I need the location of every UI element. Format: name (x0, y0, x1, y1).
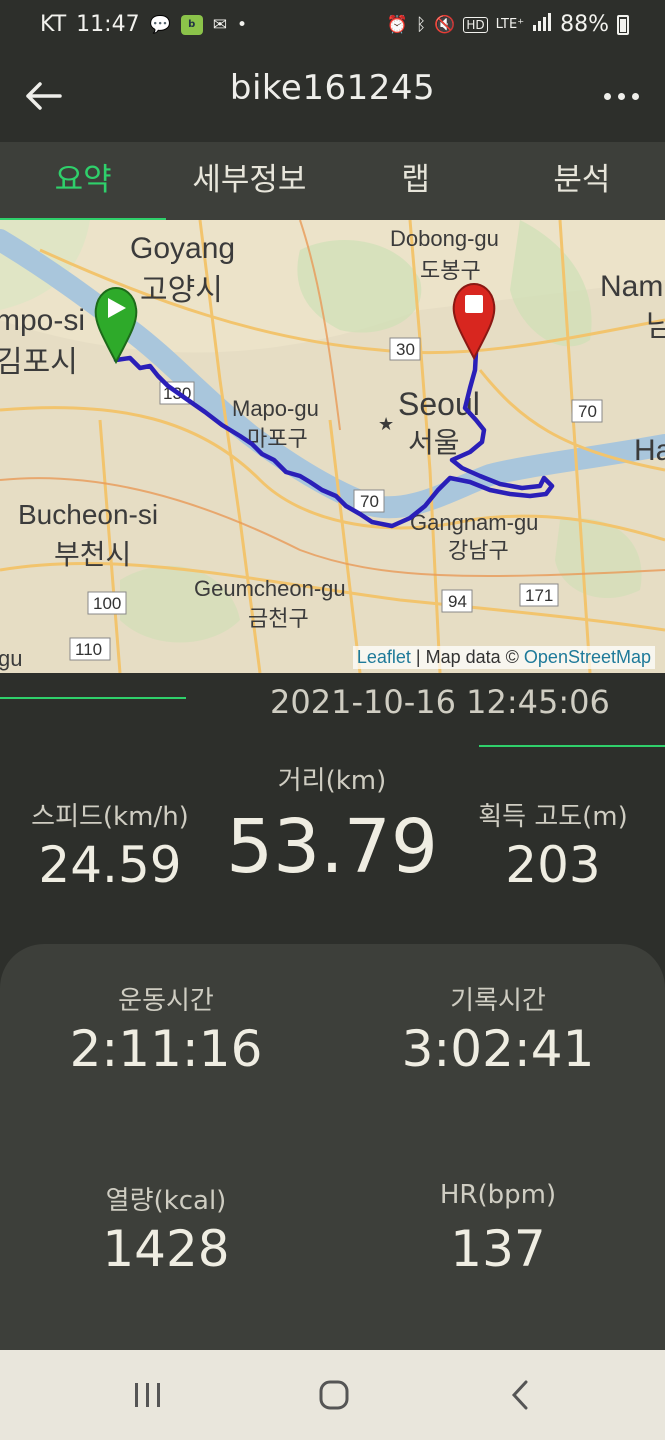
divider-left (0, 697, 186, 699)
distance-label: 거리(km) (277, 766, 387, 796)
road-shield-110: 110 (75, 640, 102, 659)
map-label-dobong: Dobong-gu (390, 226, 499, 251)
map-label-gangnam: Gangnam-gu (410, 510, 538, 535)
calories-value: 1428 (102, 1220, 230, 1278)
distance-value: 53.79 (226, 804, 438, 890)
recent-apps-icon (135, 1383, 160, 1407)
mute-icon: 🔇 (434, 14, 456, 35)
road-shield-94: 94 (448, 592, 467, 611)
map-attribution: Leaflet | Map data © OpenStreetMap (352, 646, 655, 669)
map-label-gu: gu (0, 646, 22, 671)
map-label-nam-ko: 남 (646, 310, 665, 343)
map-data-text: | Map data © (415, 647, 519, 667)
more-dot (631, 92, 639, 100)
calories-label: 열량(kcal) (105, 1186, 227, 1216)
elevation-value: 203 (505, 836, 601, 894)
system-nav-bar (0, 1350, 665, 1440)
route-map[interactable]: Goyang 고양시 mpo-si 김포시 Dobong-gu 도봉구 Nam … (0, 220, 665, 673)
tab-bar: 요약 세부정보 랩 분석 (0, 142, 665, 222)
capital-star-icon: ★ (378, 414, 394, 434)
map-label-ha: Ha (634, 434, 665, 467)
map-label-gimpo-ko: 김포시 (0, 346, 78, 379)
clock: 11:47 (76, 12, 140, 37)
nav-back-button[interactable] (490, 1372, 550, 1418)
battery-icon (617, 14, 629, 35)
tab-laps[interactable]: 랩 (333, 142, 499, 220)
tab-details[interactable]: 세부정보 (166, 142, 332, 220)
talk-icon: 💬 (149, 14, 171, 35)
map-label-dobong-ko: 도봉구 (420, 258, 481, 283)
map-label-gimpo: mpo-si (0, 304, 85, 337)
road-shield-100: 100 (93, 594, 121, 613)
hr-value: 137 (450, 1220, 546, 1278)
app-bar: bike161245 (0, 54, 665, 142)
speed-label: 스피드(km/h) (31, 802, 189, 832)
map-label-goyang-ko: 고양시 (140, 274, 223, 307)
home-button[interactable] (304, 1372, 364, 1418)
tab-summary[interactable]: 요약 (0, 142, 167, 222)
activity-datetime: 2021-10-16 12:45:06 (270, 683, 610, 721)
hd-icon: HD (463, 16, 488, 33)
hr-label: HR(bpm) (439, 1180, 557, 1210)
map-label-seoul-ko: 서울 (408, 427, 460, 458)
map-canvas: Goyang 고양시 mpo-si 김포시 Dobong-gu 도봉구 Nam … (0, 220, 665, 673)
mail-icon: ✉ (212, 14, 227, 35)
bluetooth-icon: ᛒ (415, 14, 427, 35)
lte-icon: LTE⁺ (495, 17, 525, 32)
road-shield-70a: 70 (578, 402, 597, 421)
elapsed-time-value: 3:02:41 (401, 1020, 595, 1078)
app-icon: b (180, 14, 203, 35)
carrier: KT (40, 12, 67, 37)
recent-apps-button[interactable] (118, 1372, 178, 1418)
road-shield-70b: 70 (360, 492, 379, 511)
map-label-bucheon: Bucheon-si (18, 499, 158, 530)
elapsed-time-label: 기록시간 (450, 986, 546, 1016)
map-label-nam: Nam (600, 270, 663, 303)
map-label-gangnam-ko: 강남구 (448, 538, 509, 563)
moving-time-value: 2:11:16 (69, 1020, 263, 1078)
road-shield-30: 30 (396, 340, 415, 359)
back-icon (511, 1380, 528, 1410)
map-label-geumcheon-ko: 금천구 (248, 606, 309, 631)
status-bar: KT 11:47 💬 b ✉ • ⏰ ᛒ 🔇 HD LTE⁺ 88% (0, 0, 665, 54)
leaflet-link[interactable]: Leaflet (357, 647, 411, 667)
date-row: 2021-10-16 12:45:06 (0, 673, 665, 753)
map-label-mapo: Mapo-gu (232, 396, 319, 421)
alarm-icon: ⏰ (386, 14, 408, 35)
home-icon (319, 1380, 349, 1410)
moving-time-label: 운동시간 (118, 986, 214, 1016)
elevation-label: 획득 고도(m) (478, 802, 628, 832)
osm-link[interactable]: OpenStreetMap (524, 647, 651, 667)
dot-icon: • (237, 14, 248, 35)
more-dot (603, 92, 611, 100)
battery-percent: 88% (560, 12, 609, 37)
map-label-bucheon-ko: 부천시 (54, 539, 131, 570)
speed-value: 24.59 (38, 836, 182, 894)
road-shield-171: 171 (525, 586, 553, 605)
map-label-geumcheon: Geumcheon-gu (194, 576, 346, 601)
map-label-goyang: Goyang (130, 232, 235, 265)
more-options-button[interactable] (597, 76, 645, 116)
tab-analysis[interactable]: 분석 (499, 142, 665, 220)
page-title: bike161245 (229, 68, 436, 108)
divider-right (479, 745, 665, 747)
stats-card: 운동시간 2:11:16 기록시간 3:02:41 열량(kcal) 1428 … (0, 944, 665, 1350)
more-dot (617, 92, 625, 100)
signal-icon (532, 13, 552, 36)
